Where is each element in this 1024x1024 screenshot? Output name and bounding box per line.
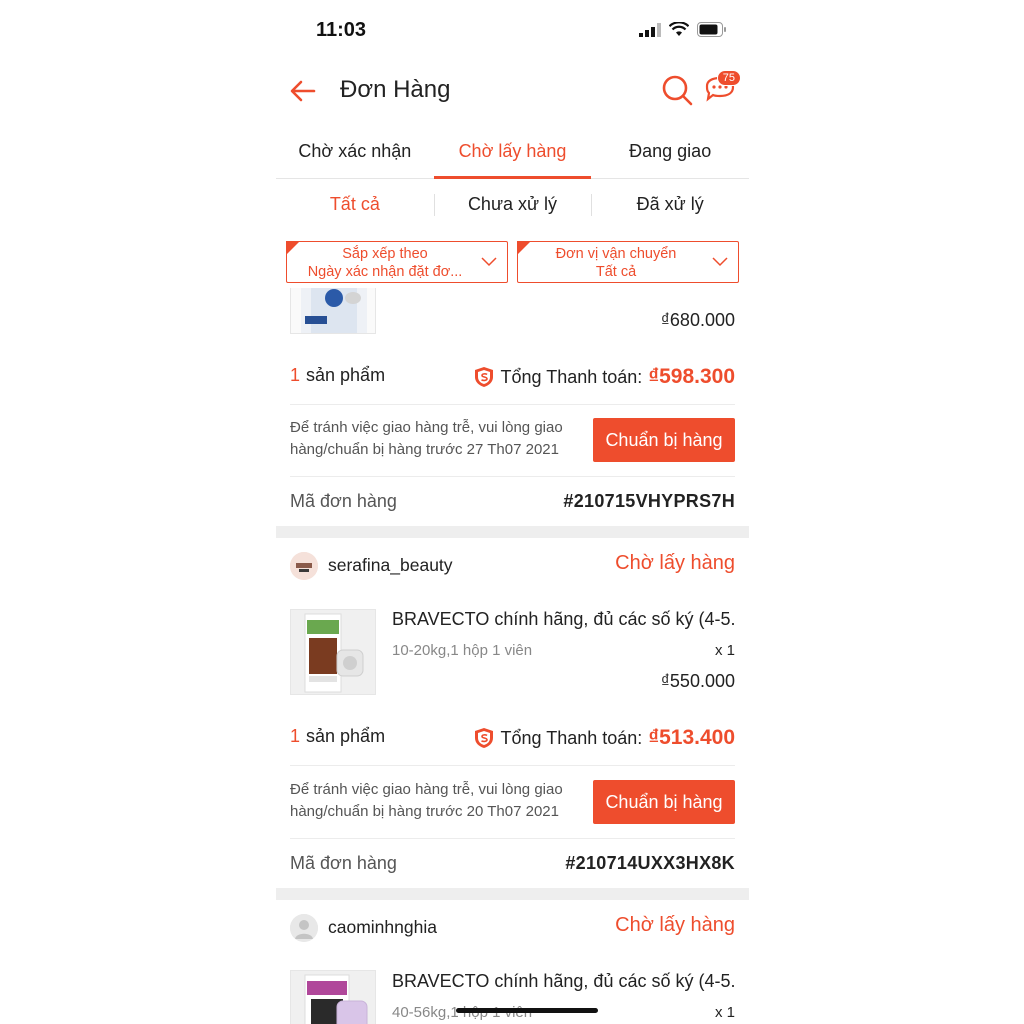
carrier-label: Đơn vị vận chuyển: [555, 246, 677, 262]
product-image[interactable]: [290, 288, 376, 334]
sort-dropdown[interactable]: Sắp xếp theo Ngày xác nhận đặt đơ...: [286, 241, 508, 283]
order-status: Chờ lấy hàng: [615, 914, 735, 936]
tab-dang-giao[interactable]: Đang giao: [591, 128, 749, 178]
shield-icon: [474, 367, 493, 387]
product-variant: 10-20kg,1 hộp 1 viên: [392, 642, 533, 659]
product-name[interactable]: BRAVECTO chính hãng, đủ các số ký (4-5..…: [392, 971, 736, 992]
chat-badge: 75: [716, 70, 741, 86]
product-name[interactable]: BRAVECTO chính hãng, đủ các số ký (4-5..…: [392, 609, 736, 630]
carrier-value: Tất cả: [595, 264, 637, 280]
shop-name: serafina_beauty: [328, 555, 453, 575]
product-image[interactable]: [290, 970, 376, 1024]
status-bar: 11:03: [276, 16, 749, 46]
product-box-image: [291, 971, 375, 1024]
tab-cho-xac-nhan[interactable]: Chờ xác nhận: [276, 128, 434, 178]
product-count-label: sản phẩm: [306, 726, 386, 746]
product-count-number: 1: [290, 365, 301, 385]
carrier-dropdown[interactable]: Đơn vị vận chuyển Tất cả: [517, 241, 739, 283]
selected-corner-icon: [286, 241, 300, 255]
tab-cho-lay-hang[interactable]: Chờ lấy hàng: [433, 128, 592, 179]
subtab-tat-ca[interactable]: Tất cả: [276, 180, 434, 228]
divider: [290, 838, 735, 839]
sort-value: Ngày xác nhận đặt đơ...: [307, 264, 463, 280]
order-id-row: Mã đơn hàng #210715VHYPRS7H: [290, 491, 735, 512]
product-image[interactable]: [290, 609, 376, 695]
subtab-chua-xu-ly[interactable]: Chưa xử lý: [433, 180, 592, 228]
divider: [290, 404, 735, 405]
product-count-number: 1: [290, 726, 301, 746]
shop-avatar: [290, 914, 318, 942]
order-total: Tổng Thanh toán: ₫513.400: [473, 726, 735, 750]
shop-name: caominhnghia: [328, 917, 437, 937]
page-title: Đơn Hàng: [340, 76, 451, 103]
processing-subtabs: Tất cả Chưa xử lý Đã xử lý: [276, 180, 749, 228]
order-id-label: Mã đơn hàng: [290, 853, 397, 873]
top-bar: Đơn Hàng 75: [276, 66, 749, 116]
product-quantity: x 1: [714, 642, 735, 659]
order-status-tabs: Chờ xác nhận Chờ lấy hàng Đang giao: [276, 128, 749, 179]
product-count-label: sản phẩm: [306, 365, 386, 385]
order-status: Chờ lấy hàng: [615, 552, 735, 574]
sort-label: Sắp xếp theo: [342, 246, 428, 262]
total-label: Tổng Thanh toán:: [500, 727, 643, 748]
order-summary-row: 1 sản phẩm Tổng Thanh toán: ₫513.400: [290, 726, 735, 752]
order-summary-row: 1 sản phẩm Tổng Thanh toán: ₫598.300: [290, 365, 735, 391]
product-box-image: [301, 288, 367, 333]
product-quantity: x 1: [714, 1004, 735, 1021]
chevron-down-icon: [481, 257, 497, 267]
shop-header[interactable]: caominhnghia Chờ lấy hàng: [290, 914, 735, 944]
shield-icon: [474, 728, 493, 748]
search-icon[interactable]: [661, 74, 693, 106]
total-label: Tổng Thanh toán:: [500, 366, 643, 387]
total-amount: ₫598.300: [648, 365, 735, 388]
order-id-row: Mã đơn hàng #210714UXX3HX8K: [290, 853, 735, 874]
status-icons: [639, 22, 727, 37]
subtab-da-xu-ly[interactable]: Đã xử lý: [591, 180, 749, 228]
prepare-goods-button[interactable]: Chuẩn bị hàng: [593, 418, 735, 462]
deadline-note: Để tránh việc giao hàng trễ, vui lòng gi…: [290, 419, 563, 458]
deadline-note: Để tránh việc giao hàng trễ, vui lòng gi…: [290, 781, 563, 820]
signal-icon: [639, 22, 661, 37]
section-gap: [276, 526, 749, 538]
battery-icon: [697, 22, 726, 37]
app-screen: 11:03 Đơn Hàng 75 Chờ xác nhận Chờ lấy h…: [276, 0, 749, 1024]
shop-header[interactable]: serafina_beauty Chờ lấy hàng: [290, 552, 735, 582]
product-count: 1 sản phẩm: [290, 726, 385, 746]
shop-avatar: [290, 552, 318, 580]
total-amount: ₫513.400: [648, 726, 735, 749]
prepare-goods-button[interactable]: Chuẩn bị hàng: [593, 780, 735, 824]
product-count: 1 sản phẩm: [290, 365, 385, 385]
product-price: ₫550.000: [660, 671, 735, 691]
selected-corner-icon: [517, 241, 531, 255]
order-id-value[interactable]: #210714UXX3HX8K: [565, 853, 735, 874]
product-box-image: [291, 610, 375, 694]
wifi-icon: [669, 22, 689, 36]
section-gap: [276, 888, 749, 900]
divider: [290, 476, 735, 477]
back-arrow-icon[interactable]: [288, 76, 318, 106]
chevron-down-icon: [712, 257, 728, 267]
product-price: ₫680.000: [660, 310, 735, 330]
order-total: Tổng Thanh toán: ₫598.300: [473, 365, 735, 389]
divider: [290, 765, 735, 766]
home-indicator: [456, 1008, 598, 1013]
order-id-value[interactable]: #210715VHYPRS7H: [563, 491, 735, 512]
status-time: 11:03: [316, 19, 367, 41]
order-id-label: Mã đơn hàng: [290, 491, 397, 511]
filter-bar: Sắp xếp theo Ngày xác nhận đặt đơ... Đơn…: [286, 241, 739, 283]
